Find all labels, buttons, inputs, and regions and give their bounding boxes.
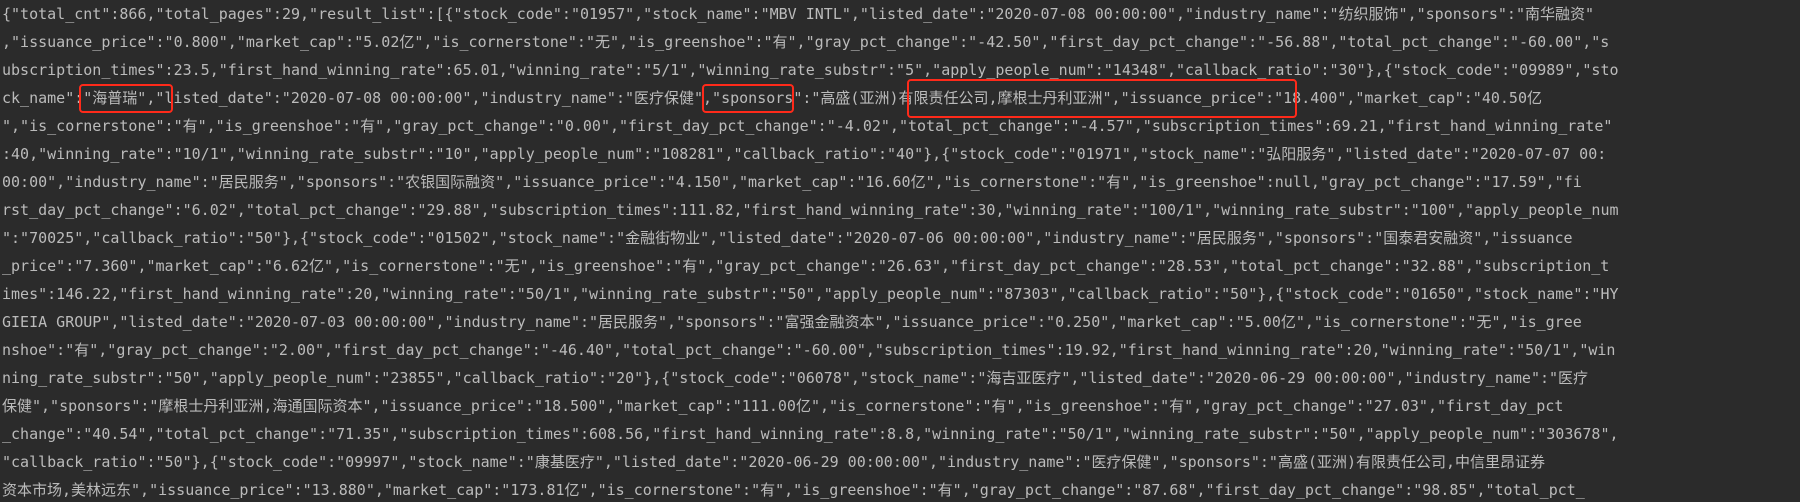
output-line: ning_rate_substr":"50","apply_people_num… bbox=[2, 369, 1589, 387]
output-line: {"total_cnt":866,"total_pages":29,"resul… bbox=[2, 5, 1595, 23]
output-line: _change":"40.54","total_pct_change":"71.… bbox=[2, 425, 1619, 443]
output-line: ubscription_times":23.5,"first_hand_winn… bbox=[2, 61, 1619, 79]
output-line: ","is_cornerstone":"有","is_greenshoe":"有… bbox=[2, 117, 1613, 135]
output-line: imes":146.22,"first_hand_winning_rate":2… bbox=[2, 285, 1619, 303]
output-line: nshoe":"有","gray_pct_change":"2.00","fir… bbox=[2, 341, 1616, 359]
console-output: {"total_cnt":866,"total_pages":29,"resul… bbox=[0, 0, 1800, 502]
highlight-box-sponsors bbox=[907, 79, 1297, 118]
output-line: 保健","sponsors":"摩根士丹利亚洲,海通国际资本","issuanc… bbox=[2, 397, 1564, 415]
output-line: "callback_ratio":"50"},{"stock_code":"09… bbox=[2, 453, 1546, 471]
output-line: rst_day_pct_change":"6.02","total_pct_ch… bbox=[2, 201, 1619, 219]
output-line: 00:00","industry_name":"居民服务","sponsors"… bbox=[2, 173, 1582, 191]
highlight-box-industry-name bbox=[702, 84, 794, 113]
highlight-box-stock-name bbox=[79, 84, 173, 113]
output-line: 资本市场,美林远东","issuance_price":"13.880","ma… bbox=[2, 481, 1585, 499]
output-line: :40,"winning_rate":"10/1","winning_rate_… bbox=[2, 145, 1607, 163]
output-line: _price":"7.360","market_cap":"6.62亿","is… bbox=[2, 257, 1610, 275]
output-line: ":"70025","callback_ratio":"50"},{"stock… bbox=[2, 229, 1573, 247]
output-line: ,"issuance_price":"0.800","market_cap":"… bbox=[2, 33, 1610, 51]
output-line: GIEIA GROUP","listed_date":"2020-07-03 0… bbox=[2, 313, 1582, 331]
